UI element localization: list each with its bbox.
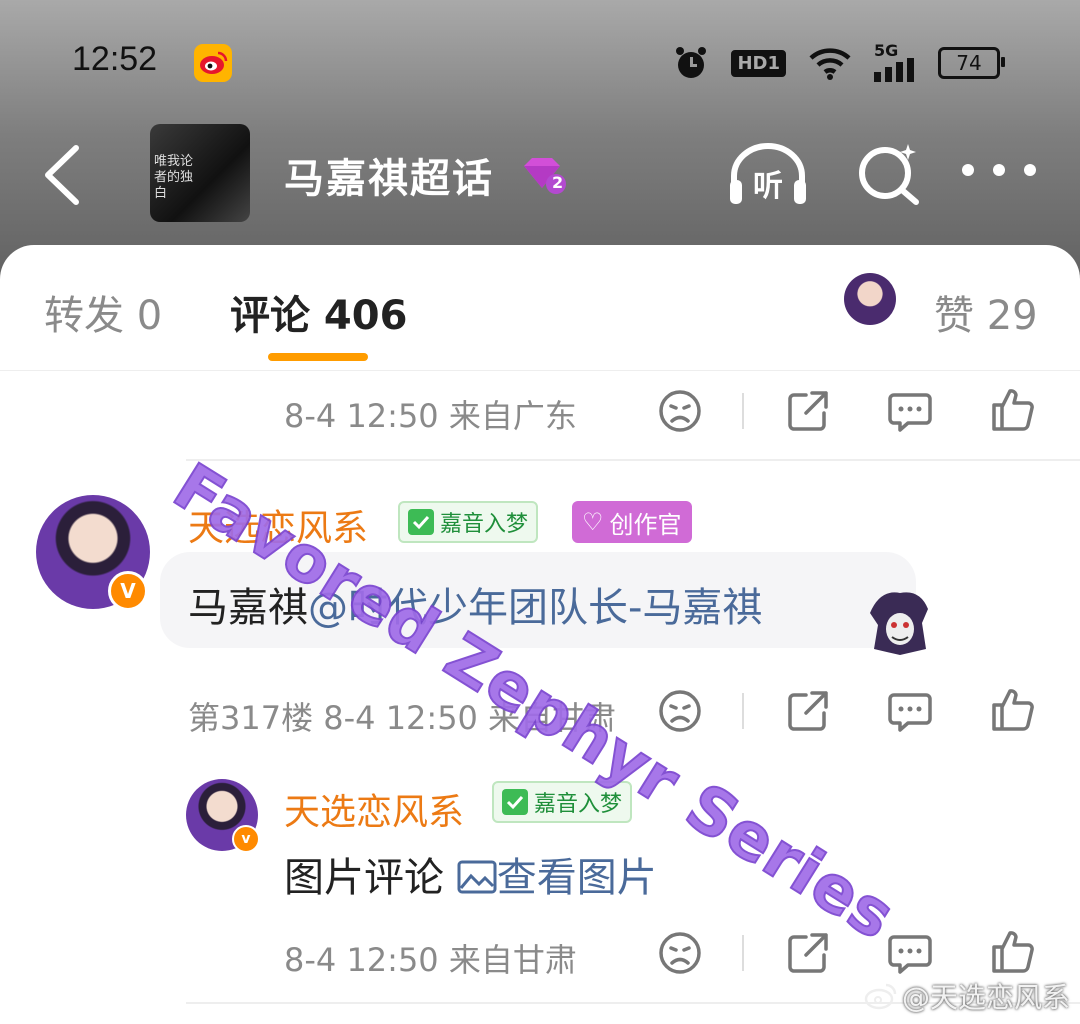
weibo-logo-icon xyxy=(864,983,897,1010)
reply-comment-icon[interactable] xyxy=(886,687,934,735)
cellular-signal-icon: 5G xyxy=(874,43,916,82)
more-options-icon[interactable] xyxy=(962,164,1036,182)
status-icons: HD1 5G 74 xyxy=(673,43,1005,82)
sticker-character-icon xyxy=(870,592,928,655)
share-icon[interactable] xyxy=(784,687,832,735)
tab-comments[interactable]: 评论 406 xyxy=(230,283,407,341)
verified-badge-icon: v xyxy=(232,825,260,853)
action-separator xyxy=(742,693,744,729)
weibo-app-icon xyxy=(194,44,232,82)
checkmark-calendar-icon xyxy=(502,789,528,815)
share-icon[interactable] xyxy=(784,387,832,435)
listen-headphones-icon[interactable]: 听 xyxy=(726,140,810,208)
view-image-label: 查看图片 xyxy=(496,855,657,901)
comment-meta: 8-4 12:50 来自广东 xyxy=(284,397,577,435)
creator-badge-label: 创作官 xyxy=(609,510,682,539)
alarm-icon xyxy=(676,47,707,78)
weibo-watermark-text: @天选恋风系 xyxy=(901,981,1070,1014)
level-gem-badge: 2 xyxy=(518,156,568,196)
action-separator xyxy=(742,393,744,429)
thumbs-up-icon[interactable] xyxy=(988,685,1036,733)
liker-avatar[interactable] xyxy=(844,273,896,325)
level-number: 2 xyxy=(552,173,564,192)
share-icon[interactable] xyxy=(784,929,832,977)
reply-comment-icon[interactable] xyxy=(886,929,934,977)
thumbs-up-icon[interactable] xyxy=(988,927,1036,975)
battery-icon: 74 xyxy=(938,47,1005,79)
search-icon[interactable] xyxy=(856,140,922,206)
action-separator xyxy=(742,935,744,971)
active-tab-indicator xyxy=(268,353,368,361)
verified-badge-icon: V xyxy=(108,571,148,611)
status-bar: 12:52 HD1 5G 74 xyxy=(0,0,1080,120)
dislike-face-icon[interactable] xyxy=(656,687,704,735)
creator-badge[interactable]: ♡ 创作官 xyxy=(572,501,692,543)
status-time: 12:52 xyxy=(72,40,158,78)
comment-divider xyxy=(186,459,1080,461)
tab-forward[interactable]: 转发 0 xyxy=(44,283,162,341)
topic-thumbnail[interactable]: 唯我论者的独白 xyxy=(150,124,250,222)
wifi-icon xyxy=(809,48,851,80)
comment-text: 图片评论 查看图片 xyxy=(284,845,657,903)
back-arrow-icon[interactable] xyxy=(40,140,100,210)
image-icon xyxy=(457,860,497,894)
comment-text-prefix: 图片评论 xyxy=(284,855,444,901)
comments-panel: 转发 0 评论 406 赞 29 8-4 12:50 来自广东 V 天选恋风系 … xyxy=(0,245,1080,1024)
comment-username[interactable]: 天选恋风系 xyxy=(284,783,464,835)
svg-text:听: 听 xyxy=(753,169,783,204)
fan-badge[interactable]: 嘉音入梦 xyxy=(398,501,539,543)
tab-bar: 转发 0 评论 406 赞 29 xyxy=(0,245,1080,371)
ribbon-icon: ♡ xyxy=(582,508,604,536)
view-image-link[interactable]: 查看图片 xyxy=(457,855,657,901)
page-title: 马嘉祺超话 xyxy=(284,156,494,202)
tab-likes[interactable]: 赞 29 xyxy=(934,283,1038,341)
fan-badge-label: 嘉音入梦 xyxy=(440,512,529,537)
dislike-face-icon[interactable] xyxy=(656,387,704,435)
dislike-face-icon[interactable] xyxy=(656,929,704,977)
weibo-watermark: @天选恋风系 xyxy=(864,976,1070,1016)
comment-meta: 8-4 12:50 来自甘肃 xyxy=(284,941,577,979)
thumbnail-caption: 唯我论者的独白 xyxy=(154,154,194,201)
reply-comment-icon[interactable] xyxy=(886,387,934,435)
thumbs-up-icon[interactable] xyxy=(988,385,1036,433)
hd-icon: HD1 xyxy=(731,49,786,77)
checkmark-calendar-icon xyxy=(408,509,434,535)
